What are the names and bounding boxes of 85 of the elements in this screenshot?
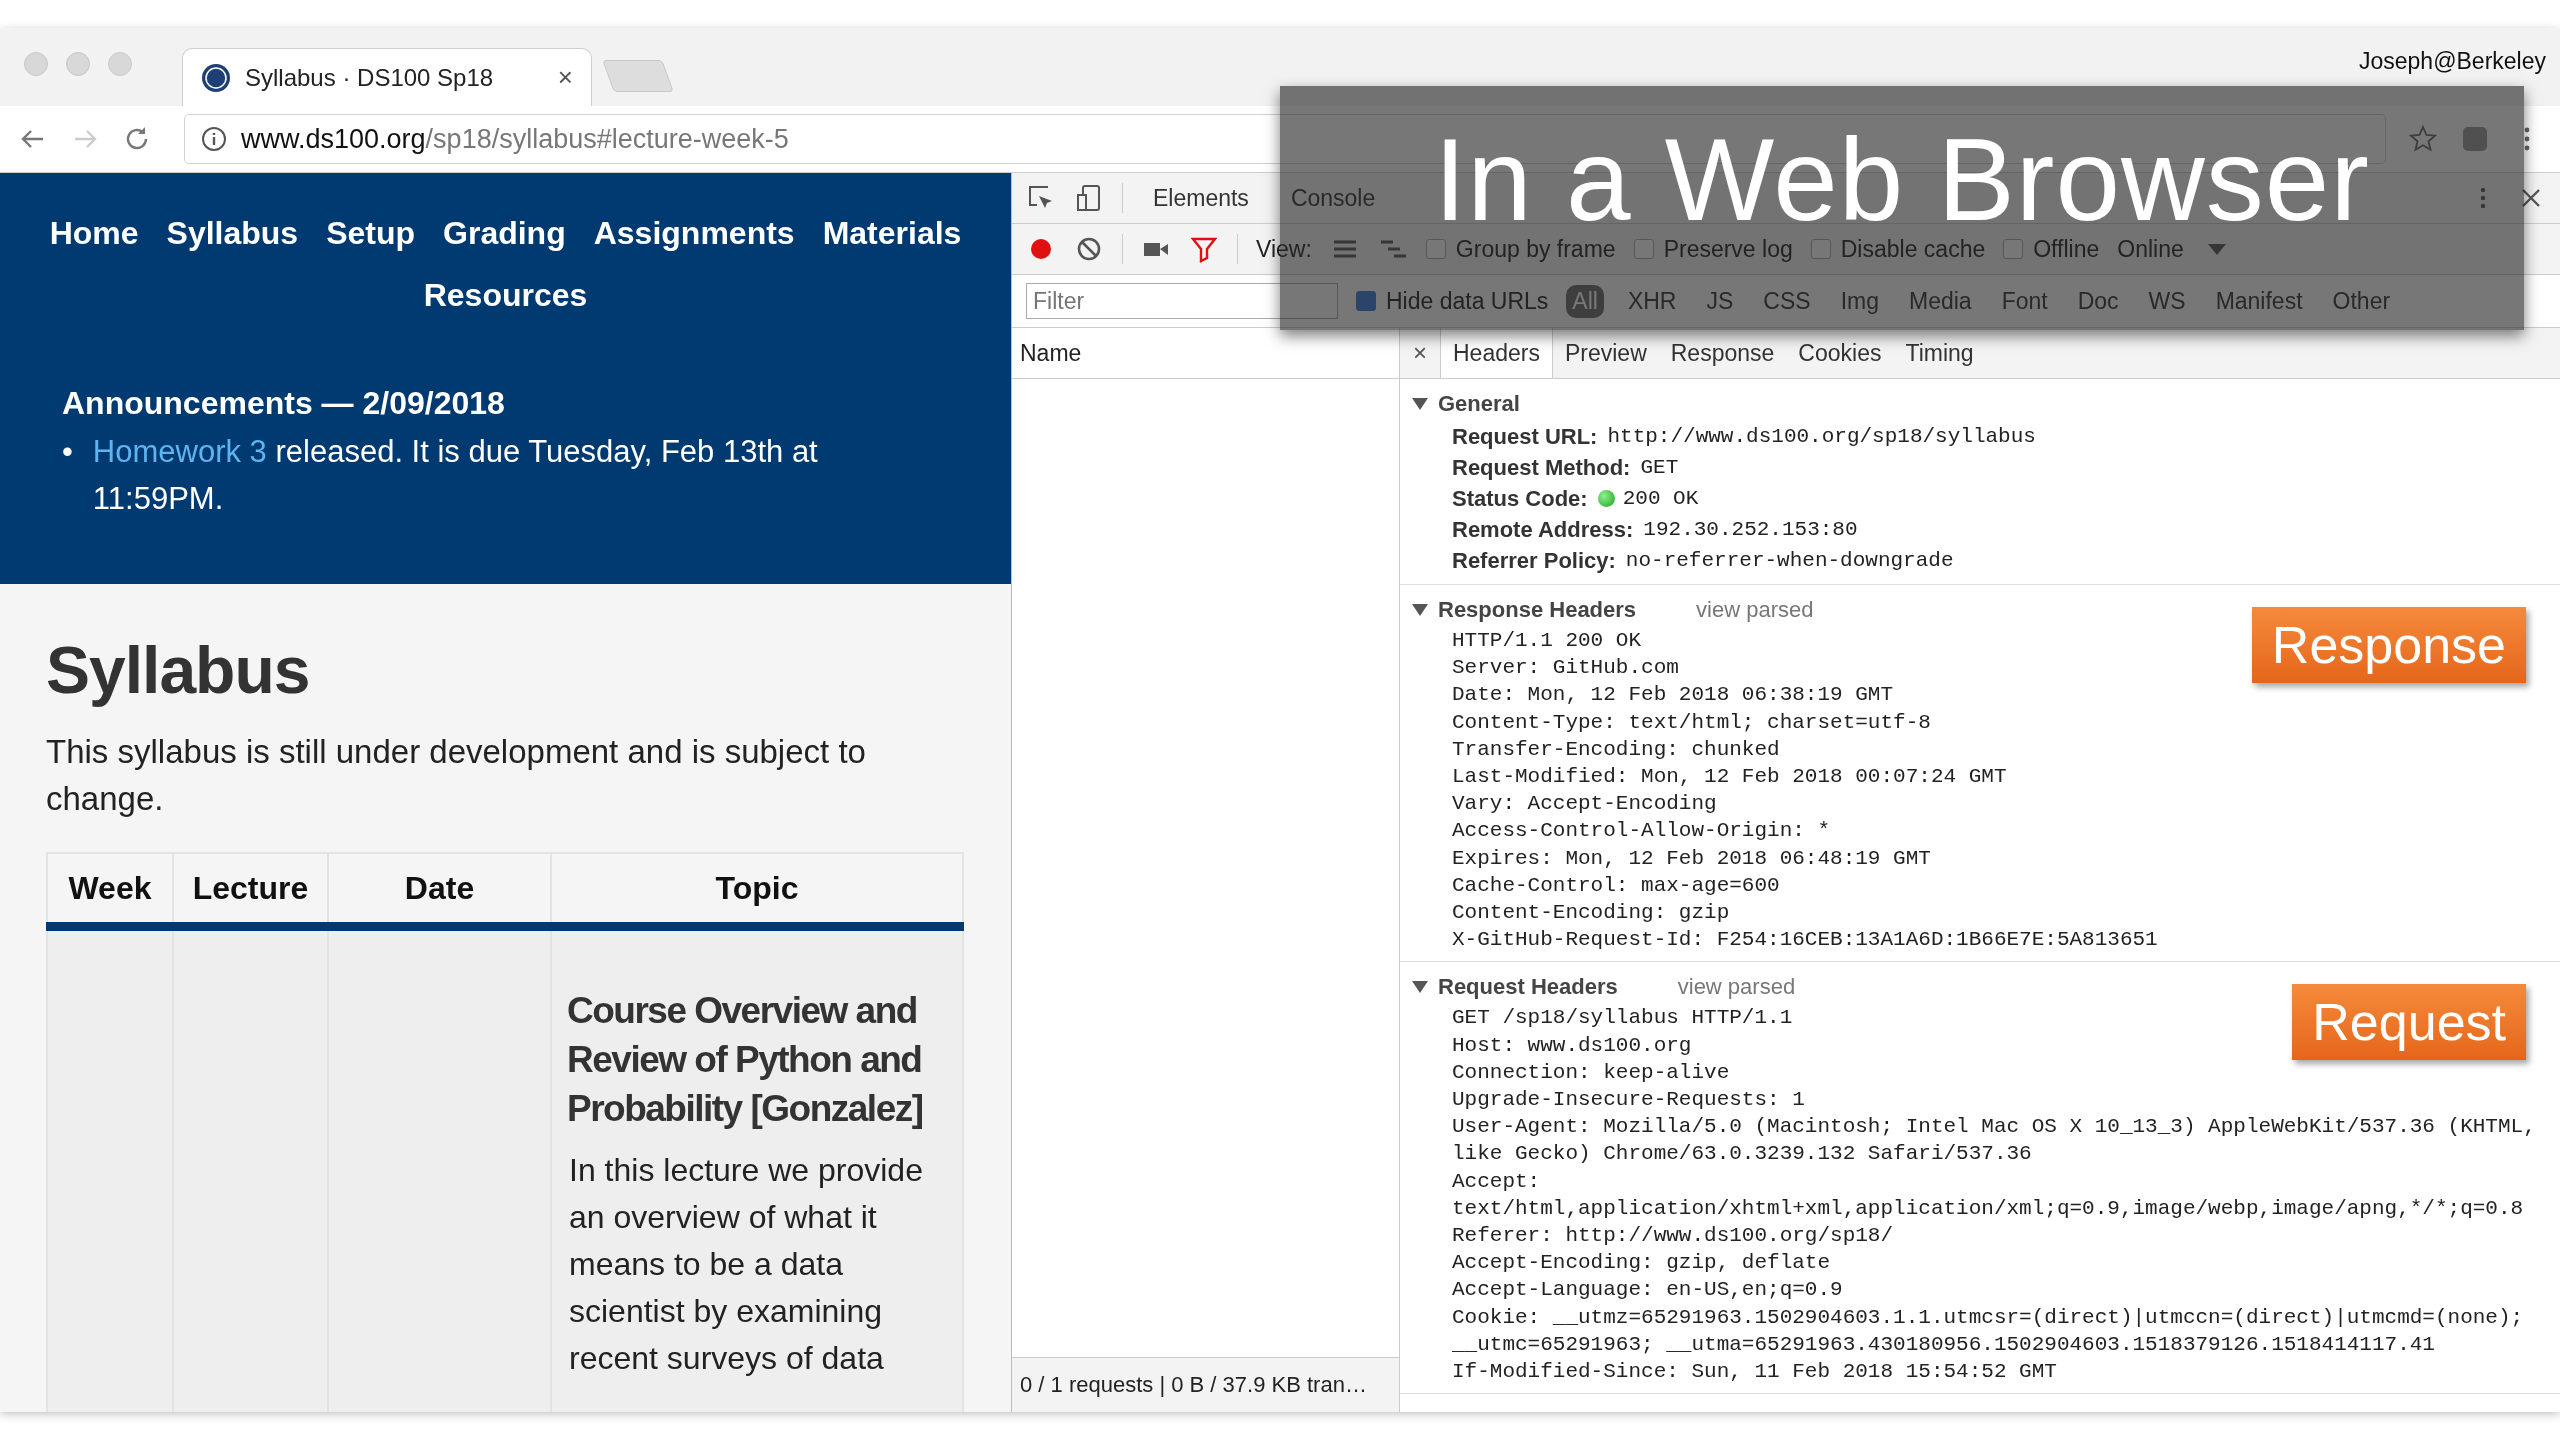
window-control-dot[interactable] xyxy=(24,52,48,76)
section-title[interactable]: General xyxy=(1438,391,1520,417)
checkbox[interactable] xyxy=(1810,239,1831,259)
info-icon[interactable] xyxy=(199,124,229,154)
view-parsed-link[interactable]: view parsed xyxy=(1696,597,1814,623)
devtools-tab[interactable]: Elements xyxy=(1141,173,1261,223)
field-label: Remote Address: xyxy=(1452,516,1634,543)
field-value: 200 OK xyxy=(1622,487,1699,510)
announcement-text: Homework 3 released. It is due Tuesday, Feb 13th at 11:59PM. xyxy=(92,433,819,518)
header-line: Referer: http://www.ds100.org/sp18/ xyxy=(1452,1223,1894,1250)
bullet: • xyxy=(62,433,73,471)
detail-tab[interactable]: Headers xyxy=(1440,328,1553,378)
checkbox[interactable] xyxy=(2003,239,2024,259)
profile-name[interactable]: Joseph@Berkeley xyxy=(2359,48,2546,75)
site-logo-icon xyxy=(201,62,231,93)
nav-link[interactable]: Setup xyxy=(326,205,416,261)
field-value: http://www.ds100.org/sp18/syllabus xyxy=(1607,425,2036,448)
topic-title: Course Overview and Review of Python and Probability [Gonzalez] xyxy=(567,989,924,1131)
field-label: Request URL: xyxy=(1452,423,1598,450)
nav-link[interactable]: Syllabus xyxy=(166,205,299,261)
expand-toggle-icon[interactable] xyxy=(1412,604,1428,616)
nav-link[interactable]: Resources xyxy=(423,267,588,323)
window-control-dot[interactable] xyxy=(108,52,132,76)
homework-link[interactable]: Homework 3 xyxy=(92,434,267,469)
header-line: Connection: keep-alive xyxy=(1452,1059,1730,1086)
section-title[interactable]: Response Headers xyxy=(1438,597,1637,623)
header-line: X-GitHub-Request-Id: F254:16CEB:13A1A6D:1B66E7E:5A813651 xyxy=(1452,927,2158,954)
intro-text: This syllabus is still under development and is subject to change. xyxy=(46,732,867,819)
extension-icon[interactable] xyxy=(2460,124,2490,154)
header-line: GET /sp18/syllabus HTTP/1.1 xyxy=(1452,1005,1793,1032)
header-line: HTTP/1.1 200 OK xyxy=(1452,628,1642,654)
field-value: 192.30.252.153:80 xyxy=(1643,518,1858,541)
header-line: Content-Encoding: gzip xyxy=(1452,900,1730,927)
header-line: Last-Modified: Mon, 12 Feb 2018 00:07:24 GMT xyxy=(1452,764,2007,790)
field-label: Request Method: xyxy=(1452,454,1631,481)
header-line: If-Modified-Since: Sun, 11 Feb 2018 15:54:52 GMT xyxy=(1452,1359,2057,1386)
nav-link[interactable]: Assignments xyxy=(593,205,795,261)
detail-tab[interactable]: Preview xyxy=(1552,328,1659,378)
nav-link[interactable]: Materials xyxy=(822,205,962,261)
column-header[interactable]: Name xyxy=(1020,339,1082,367)
checkbox[interactable] xyxy=(1356,291,1376,311)
header-line: Server: GitHub.com xyxy=(1452,655,1679,682)
field-label: Status Code: xyxy=(1452,485,1588,512)
view-parsed-link[interactable]: view parsed xyxy=(1677,974,1796,1001)
callout-label: Request xyxy=(2292,984,2526,1061)
nav-link[interactable]: Grading xyxy=(443,205,566,261)
window-control-dot[interactable] xyxy=(66,52,90,76)
expand-toggle-icon[interactable] xyxy=(1412,398,1428,410)
header-line: Cache-Control: max-age=600 xyxy=(1452,872,1780,899)
checkbox[interactable] xyxy=(1425,239,1446,259)
field-value: GET xyxy=(1640,456,1679,479)
header-line: Expires: Mon, 12 Feb 2018 06:48:19 GMT xyxy=(1452,845,1931,872)
header-line: Transfer-Encoding: chunked xyxy=(1452,736,1780,763)
header-line: Upgrade-Insecure-Requests: 1 xyxy=(1452,1087,1805,1114)
field-label: Referrer Policy: xyxy=(1452,547,1616,574)
header-line: Date: Mon, 12 Feb 2018 06:38:19 GMT xyxy=(1452,682,1894,709)
topic-description: In this lecture we provide an overview of what it means to be a data scientist by examining recent surveys of data xyxy=(569,1151,924,1378)
field-value: no-referrer-when-downgrade xyxy=(1625,549,1954,572)
browser-tab[interactable]: Syllabus · DS100 Sp18 × xyxy=(182,48,592,106)
header-line: Access-Control-Allow-Origin: * xyxy=(1452,818,1831,845)
close-button[interactable]: × xyxy=(1400,328,1440,378)
header-line: Accept-Encoding: gzip, deflate xyxy=(1452,1250,1831,1277)
detail-tab[interactable]: Cookies xyxy=(1786,328,1894,378)
nav-link[interactable]: Home xyxy=(49,205,139,261)
close-tab-button[interactable]: × xyxy=(557,62,573,93)
status-text: 0 / 1 requests | 0 B / 37.9 KB tran… xyxy=(1020,1372,1367,1398)
callout-label: Response xyxy=(2251,607,2526,683)
checkbox[interactable] xyxy=(1633,239,1654,259)
star-icon[interactable] xyxy=(2408,124,2438,154)
announcement-title: Announcements — 2/09/2018 xyxy=(62,385,506,422)
status-dot-icon xyxy=(1597,490,1615,507)
header-line: Cookie: __utmz=65291963.1502904603.1.1.utmcsr=(direct)|utmccn=(direct)|utmcmd=(none); __utmc=65291963; __utma=65291963.430180956.1502904603.1518379126.1518414117.41 xyxy=(1452,1304,2525,1358)
detail-tab[interactable]: Response xyxy=(1658,328,1787,378)
header-line: Vary: Accept-Encoding xyxy=(1452,791,1717,818)
hide-data-urls-checkbox[interactable]: Hide data URLs xyxy=(1356,287,1549,315)
header-line: Host: www.ds100.org xyxy=(1452,1032,1692,1059)
detail-tab[interactable]: Timing xyxy=(1893,328,1986,378)
section-title[interactable]: Request Headers xyxy=(1438,974,1618,1001)
header-line: User-Agent: Mozilla/5.0 (Macintosh; Intel Mac OS X 10_13_3) AppleWebKit/537.36 (KHTML, like Gecko) Chrome/63.0.3239.132 Safari/537.36 xyxy=(1452,1114,2537,1168)
filter-field[interactable]: Filter xyxy=(1026,283,1338,319)
header-line: Accept-Language: en-US,en;q=0.9 xyxy=(1452,1277,1843,1304)
expand-toggle-icon[interactable] xyxy=(1412,981,1428,994)
header-line: Accept: text/html,application/xhtml+xml,application/xml;q=0.9,image/webp,image/apng,*/*;q=0.8 xyxy=(1452,1168,2525,1222)
header-line: Content-Type: text/html; charset=utf-8 xyxy=(1452,709,1931,736)
page-heading: Syllabus xyxy=(46,632,311,708)
